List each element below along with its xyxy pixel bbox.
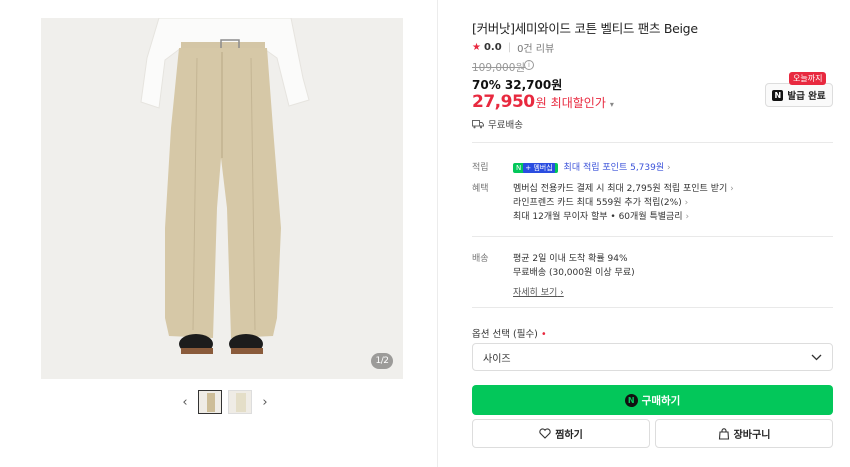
final-price-row[interactable]: 27,950 원 최대할인가 ▾	[472, 92, 614, 112]
heart-icon	[539, 428, 551, 439]
npay-n-mark: N	[516, 163, 522, 172]
delivery-label: 배송	[472, 254, 489, 264]
chevron-right-icon: ›	[681, 198, 689, 208]
wishlist-button[interactable]: 찜하기	[472, 419, 650, 448]
chevron-right-icon: ›	[727, 184, 734, 194]
rating-separator: |	[507, 42, 512, 53]
divider	[472, 142, 833, 143]
npay-plus-mark: + 멤버십	[523, 162, 555, 173]
cart-label: 장바구니	[733, 430, 771, 441]
max-discount-label: 최대할인가	[550, 96, 606, 110]
delivery-detail-link[interactable]: 자세히 보기 ›	[513, 285, 564, 298]
divider	[472, 236, 833, 237]
thumbnail-1[interactable]	[198, 390, 222, 414]
thumbnail-strip: ‹ ›	[178, 389, 272, 415]
product-image[interactable]: 1/2	[41, 18, 403, 379]
divider	[472, 307, 833, 308]
size-select[interactable]: 사이즈	[472, 343, 833, 371]
discount-price: 70% 32,700원	[472, 78, 563, 92]
max-points-text: 최대 적립 포인트 5,739원	[563, 163, 665, 173]
points-label: 적립	[472, 163, 489, 173]
shipping-text: 무료배송	[488, 120, 523, 131]
coupon-button[interactable]: N 발급 완료	[765, 83, 833, 107]
naver-n-icon: N	[772, 89, 784, 101]
benefit-row-2[interactable]: 라인프렌즈 카드 최대 559원 추가 적립(2%) ›	[513, 195, 688, 208]
benefit-row-3[interactable]: 최대 12개월 무이자 할부 • 60개월 특별금리 ›	[513, 209, 689, 222]
delivery-probability: 평균 2일 이내 도착 확률 94%	[513, 254, 628, 264]
shopping-bag-icon	[718, 427, 729, 440]
original-price: 109,000원	[472, 62, 526, 74]
delivery-fee: 무료배송 (30,000원 이상 무료)	[513, 268, 635, 278]
size-select-value: 사이즈	[483, 353, 511, 365]
wishlist-label: 찜하기	[555, 430, 583, 441]
shipping-summary: 무료배송	[472, 117, 523, 131]
chevron-right-icon: ›	[557, 288, 564, 298]
rating-row: ★ 0.0 | 0건 리뷰	[472, 40, 554, 55]
review-count[interactable]: 0건 리뷰	[517, 40, 554, 55]
buy-button[interactable]: N 구매하기	[472, 385, 833, 415]
benefit-row-1[interactable]: 멤버십 전용카드 결제 시 최대 2,795원 적립 포인트 받기 ›	[513, 181, 734, 194]
buy-label: 구매하기	[641, 394, 681, 407]
detail-link-text: 자세히 보기	[513, 288, 558, 298]
chevron-right-icon[interactable]: ›	[258, 389, 272, 415]
chevron-down-icon: ▾	[609, 100, 614, 109]
npay-membership-badge: N + 멤버십	[513, 162, 558, 173]
points-row[interactable]: N + 멤버십 최대 적립 포인트 5,739원 ›	[513, 160, 671, 173]
pants-photo	[41, 18, 403, 379]
coupon-label: 발급 완료	[787, 91, 826, 102]
truck-icon	[472, 119, 484, 128]
benefit-text: 멤버십 전용카드 결제 시 최대 2,795원 적립 포인트 받기	[513, 184, 728, 194]
cart-button[interactable]: 장바구니	[655, 419, 833, 448]
chevron-right-icon: ›	[667, 163, 671, 173]
chevron-right-icon: ›	[682, 212, 690, 222]
option-label: 옵션 선택 (필수) •	[472, 326, 547, 340]
final-price-unit: 원	[535, 96, 547, 110]
required-mark: •	[540, 329, 547, 340]
benefit-text: 최대 12개월 무이자 할부 • 60개월 특별금리	[513, 212, 683, 222]
info-icon[interactable]: i	[524, 60, 534, 70]
benefit-text: 라인프렌즈 카드 최대 559원 추가 적립(2%)	[513, 198, 682, 208]
benefit-label: 혜택	[472, 184, 489, 194]
page-indicator: 1/2	[371, 353, 393, 369]
option-label-text: 옵션 선택 (필수)	[472, 329, 538, 340]
rating-score: 0.0	[483, 42, 502, 53]
npay-icon: N	[624, 393, 638, 407]
thumbnail-2[interactable]	[228, 390, 252, 414]
star-icon: ★	[472, 42, 481, 53]
chevron-down-icon	[811, 354, 822, 361]
final-price: 27,950	[472, 92, 535, 112]
chevron-left-icon[interactable]: ‹	[178, 389, 192, 415]
product-title: [커버낫]세미와이드 코튼 벨티드 팬츠 Beige	[472, 21, 698, 36]
column-divider	[437, 0, 438, 467]
coupon-deadline-badge: 오늘까지	[789, 72, 827, 85]
